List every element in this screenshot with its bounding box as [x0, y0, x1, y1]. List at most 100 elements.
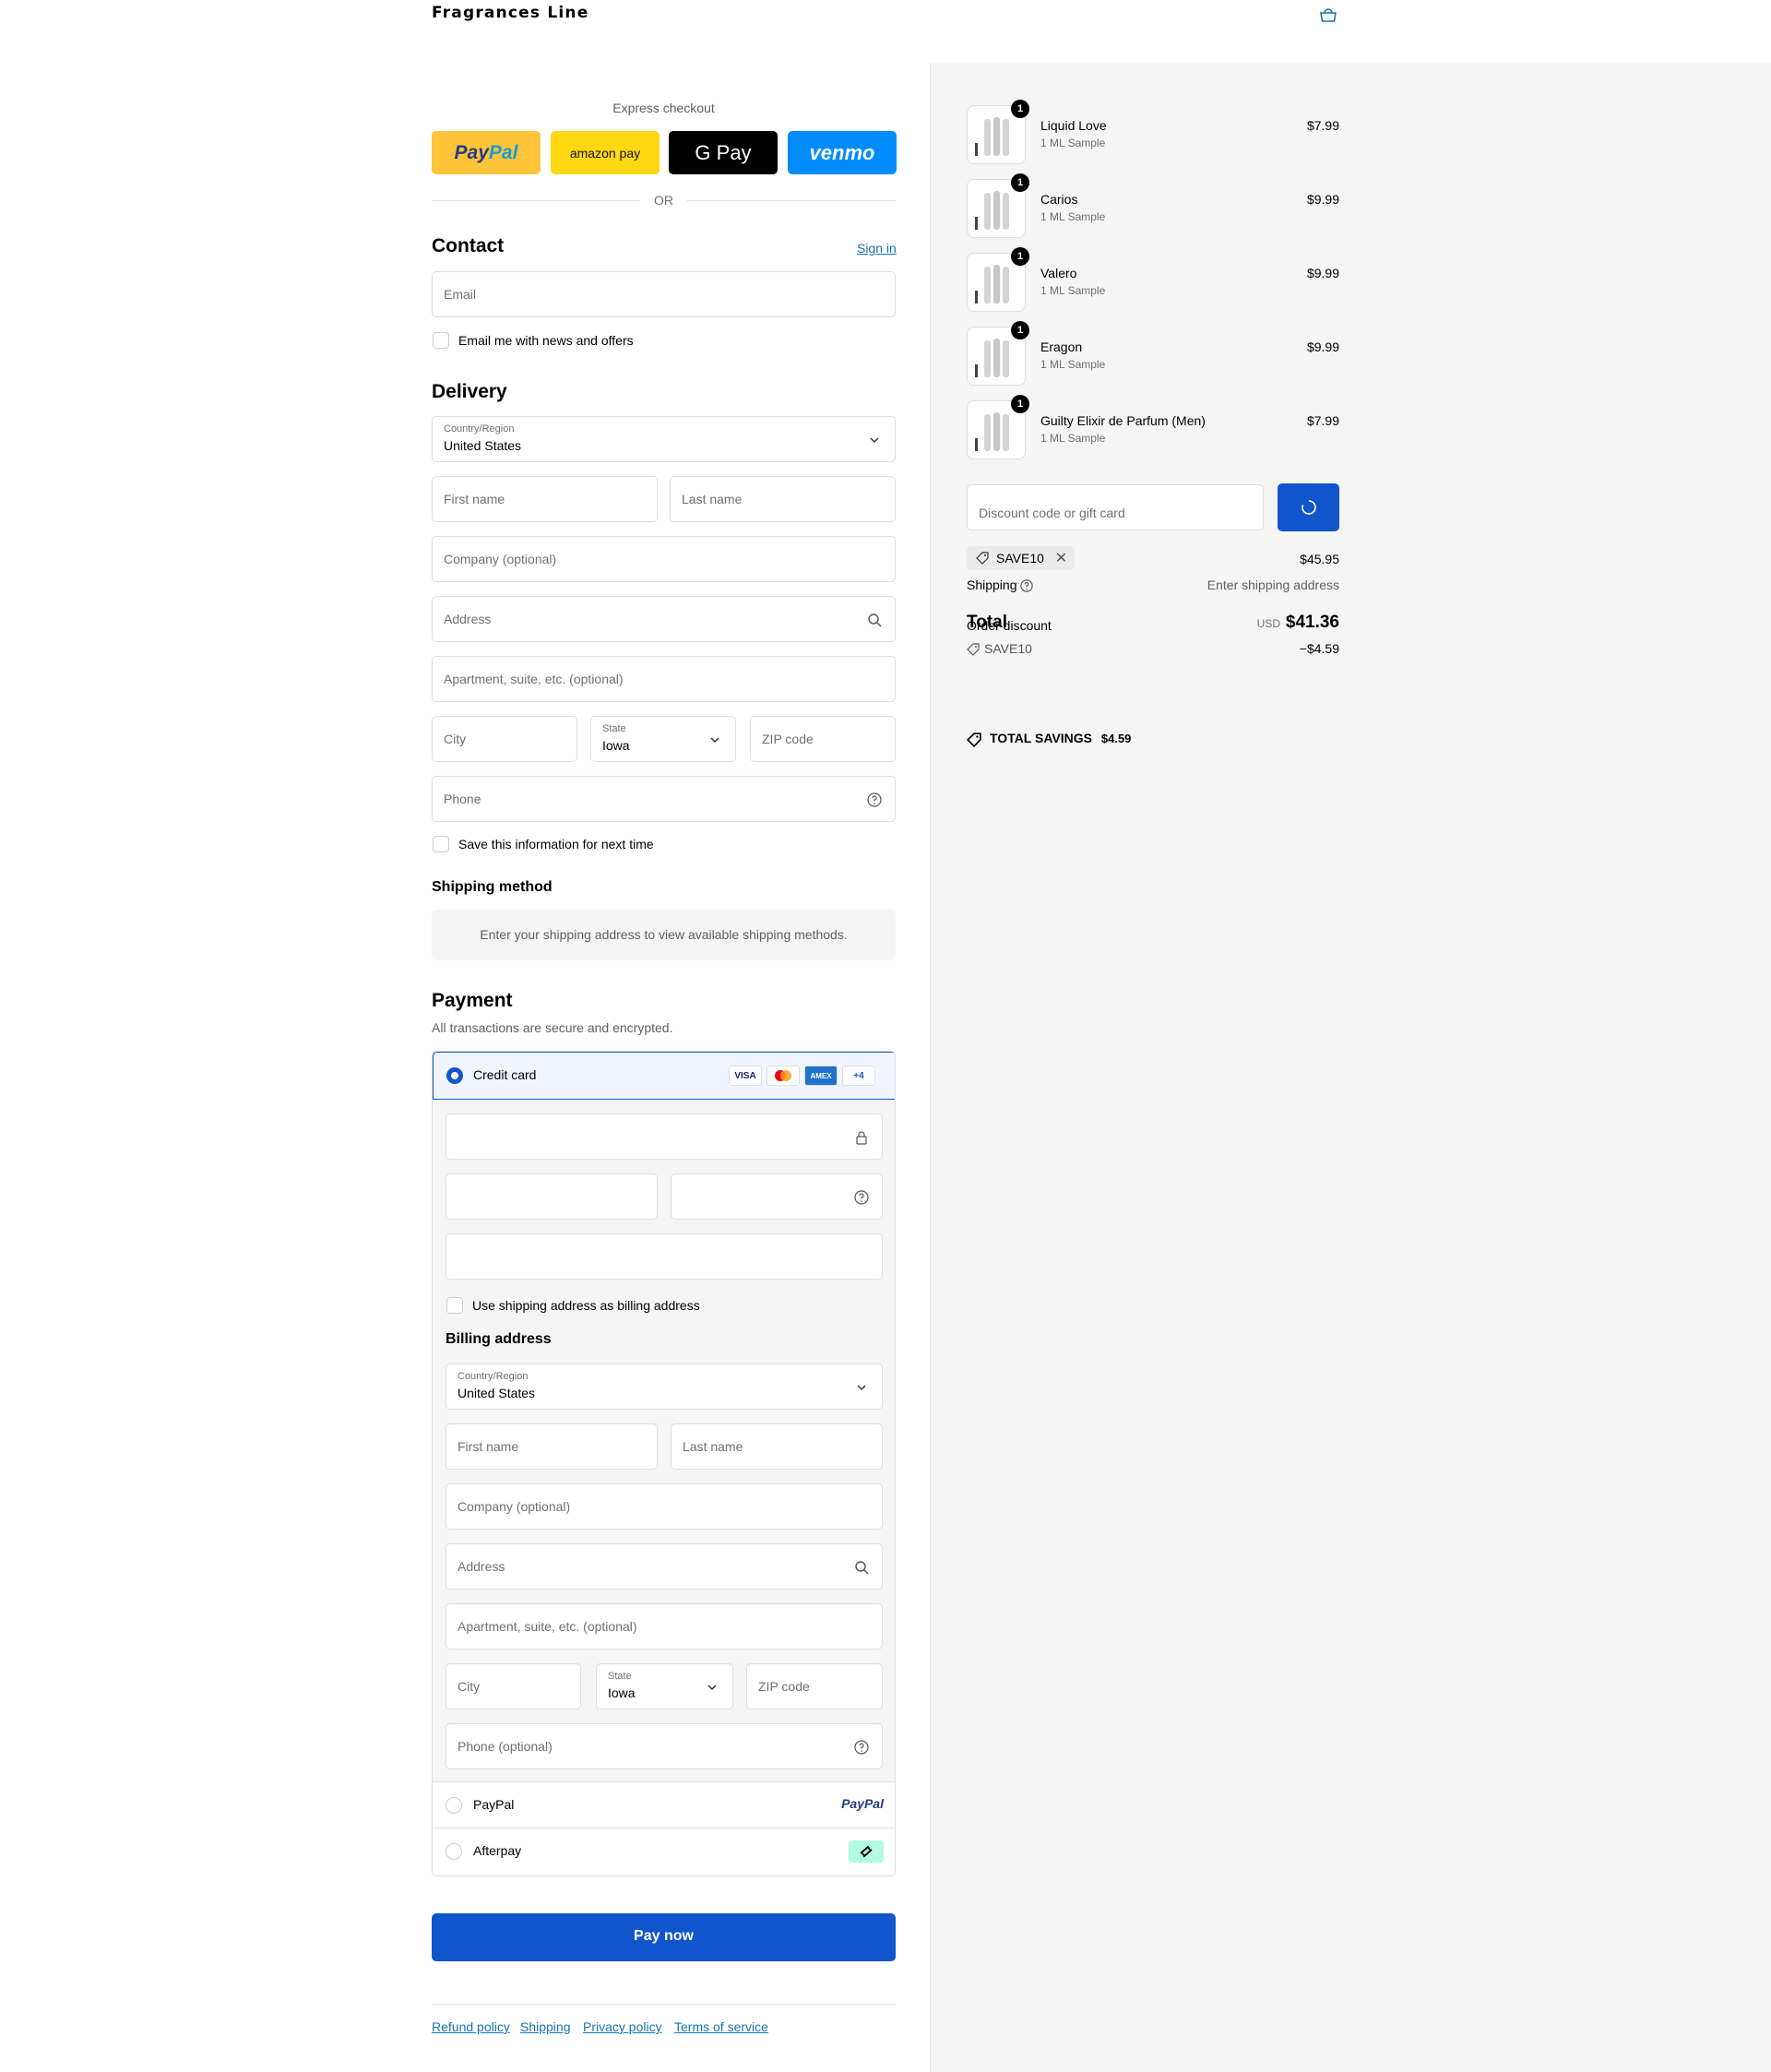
use-shipping-checkbox[interactable] — [446, 1297, 463, 1314]
line-item: 1 Valero 1 ML Sample $9.99 — [967, 247, 1339, 314]
discount-amount: −$4.59 — [1299, 641, 1339, 656]
item-price: $7.99 — [1306, 413, 1339, 428]
item-name: Liquid Love — [1040, 118, 1107, 133]
payment-title: Payment — [432, 990, 513, 1011]
google-pay-button[interactable]: G Pay — [669, 131, 778, 174]
billing-state-select[interactable]: State Iowa — [596, 1663, 733, 1709]
tag-icon — [976, 552, 989, 565]
visa-icon: VISA — [729, 1066, 762, 1086]
shipping-method-title: Shipping method — [432, 879, 553, 895]
billing-first-name-placeholder: First name — [458, 1439, 519, 1454]
last-name-field[interactable]: Last name — [670, 476, 896, 522]
discount-code-field[interactable]: Discount code or gift card — [967, 484, 1264, 530]
pay-now-button[interactable]: Pay now — [432, 1913, 896, 1961]
paypal-radio[interactable] — [446, 1797, 462, 1814]
shipping-policy-link[interactable]: Shipping — [520, 2019, 571, 2034]
card-number-field[interactable] — [446, 1113, 883, 1160]
help-icon[interactable] — [1020, 579, 1033, 592]
item-name: Guilty Elixir de Parfum (Men) — [1040, 413, 1206, 428]
paypal-option[interactable]: PayPal PayPal — [433, 1781, 895, 1828]
venmo-button[interactable]: venmo — [788, 131, 897, 174]
security-code-field[interactable] — [671, 1173, 883, 1220]
paypal-logo-part2: Pal — [488, 141, 518, 163]
chevron-down-icon — [707, 1685, 717, 1691]
footer-divider — [432, 2004, 896, 2005]
credit-card-radio[interactable] — [446, 1067, 463, 1084]
billing-phone-field[interactable]: Phone (optional) — [446, 1723, 883, 1769]
item-price: $9.99 — [1306, 339, 1339, 354]
credit-card-option[interactable]: Credit card VISA AMEX +4 — [433, 1052, 895, 1100]
more-cards-badge: +4 — [842, 1066, 875, 1086]
company-field[interactable]: Company (optional) — [432, 536, 896, 582]
paypal-express-button[interactable]: Pay Pal — [432, 131, 541, 174]
chevron-down-icon — [857, 1385, 866, 1391]
billing-address-placeholder: Address — [458, 1559, 505, 1574]
afterpay-radio[interactable] — [446, 1843, 462, 1860]
help-icon[interactable] — [867, 792, 882, 807]
billing-last-name-field[interactable]: Last name — [671, 1423, 883, 1470]
apartment-placeholder: Apartment, suite, etc. (optional) — [444, 672, 624, 686]
email-field[interactable]: Email — [432, 271, 896, 317]
billing-city-placeholder: City — [458, 1679, 481, 1694]
country-label: Country/Region — [444, 423, 515, 435]
line-item: 1 Carios 1 ML Sample $9.99 — [967, 173, 1339, 240]
quantity-badge: 1 — [1011, 395, 1029, 413]
privacy-policy-link[interactable]: Privacy policy — [583, 2019, 662, 2034]
or-divider: OR — [432, 191, 896, 209]
help-icon[interactable] — [854, 1190, 869, 1205]
help-icon[interactable] — [854, 1740, 869, 1755]
applied-discount-chip: SAVE10 ✕ — [967, 546, 1076, 570]
expiration-field[interactable] — [446, 1173, 658, 1220]
payment-methods: Credit card VISA AMEX +4 Use shipping ad… — [432, 1051, 896, 1876]
apply-discount-button[interactable] — [1278, 483, 1339, 531]
save-info-checkbox[interactable] — [433, 836, 449, 852]
applied-code: SAVE10 — [996, 551, 1044, 566]
header: Fragrances Line — [0, 0, 1771, 63]
name-on-card-field[interactable] — [446, 1233, 883, 1280]
tag-icon — [967, 732, 981, 747]
or-text: OR — [654, 193, 673, 208]
line-item: 1 Liquid Love 1 ML Sample $7.99 — [967, 100, 1339, 166]
paypal-logo-part1: Pay — [454, 141, 489, 163]
discount-placeholder: Discount code or gift card — [979, 506, 1125, 520]
billing-country-select[interactable]: Country/Region United States — [446, 1363, 883, 1410]
newsletter-checkbox[interactable] — [433, 332, 449, 349]
contact-title: Contact — [432, 235, 505, 256]
apartment-field[interactable]: Apartment, suite, etc. (optional) — [432, 656, 896, 702]
last-name-placeholder: Last name — [682, 492, 743, 506]
billing-zip-field[interactable]: ZIP code — [746, 1663, 883, 1709]
refund-policy-link[interactable]: Refund policy — [432, 2019, 510, 2034]
address-field[interactable]: Address — [432, 596, 896, 642]
billing-country-label: Country/Region — [458, 1371, 529, 1382]
sign-in-link[interactable]: Sign in — [857, 241, 897, 256]
remove-discount-icon[interactable]: ✕ — [1055, 551, 1067, 566]
city-placeholder: City — [444, 732, 467, 746]
billing-address-field[interactable]: Address — [446, 1543, 883, 1590]
city-field[interactable]: City — [432, 716, 577, 762]
amex-icon: AMEX — [804, 1066, 838, 1086]
billing-city-field[interactable]: City — [446, 1663, 581, 1709]
phone-placeholder: Phone — [444, 792, 481, 806]
billing-first-name-field[interactable]: First name — [446, 1423, 658, 1470]
first-name-field[interactable]: First name — [432, 476, 658, 522]
total-savings: TOTAL SAVINGS $4.59 — [990, 731, 1131, 745]
billing-company-field[interactable]: Company (optional) — [446, 1483, 883, 1530]
terms-of-service-link[interactable]: Terms of service — [674, 2019, 768, 2034]
spinner-icon — [1302, 500, 1316, 515]
search-icon — [868, 613, 882, 627]
amazon-pay-button[interactable]: amazon pay — [551, 131, 660, 174]
item-name: Carios — [1040, 192, 1078, 207]
chevron-down-icon — [710, 737, 719, 744]
total-savings-value: $4.59 — [1100, 732, 1132, 745]
billing-apartment-field[interactable]: Apartment, suite, etc. (optional) — [446, 1603, 883, 1649]
phone-field[interactable]: Phone — [432, 776, 896, 822]
country-value: United States — [444, 438, 522, 453]
zip-field[interactable]: ZIP code — [750, 716, 896, 762]
item-variant: 1 ML Sample — [1040, 137, 1106, 149]
afterpay-option[interactable]: Afterpay — [433, 1828, 895, 1876]
country-select[interactable]: Country/Region United States — [432, 416, 896, 462]
brand-logo[interactable]: Fragrances Line — [432, 4, 588, 22]
quantity-badge: 1 — [1011, 247, 1029, 266]
bag-icon[interactable] — [1317, 6, 1339, 24]
state-select[interactable]: State Iowa — [590, 716, 736, 762]
